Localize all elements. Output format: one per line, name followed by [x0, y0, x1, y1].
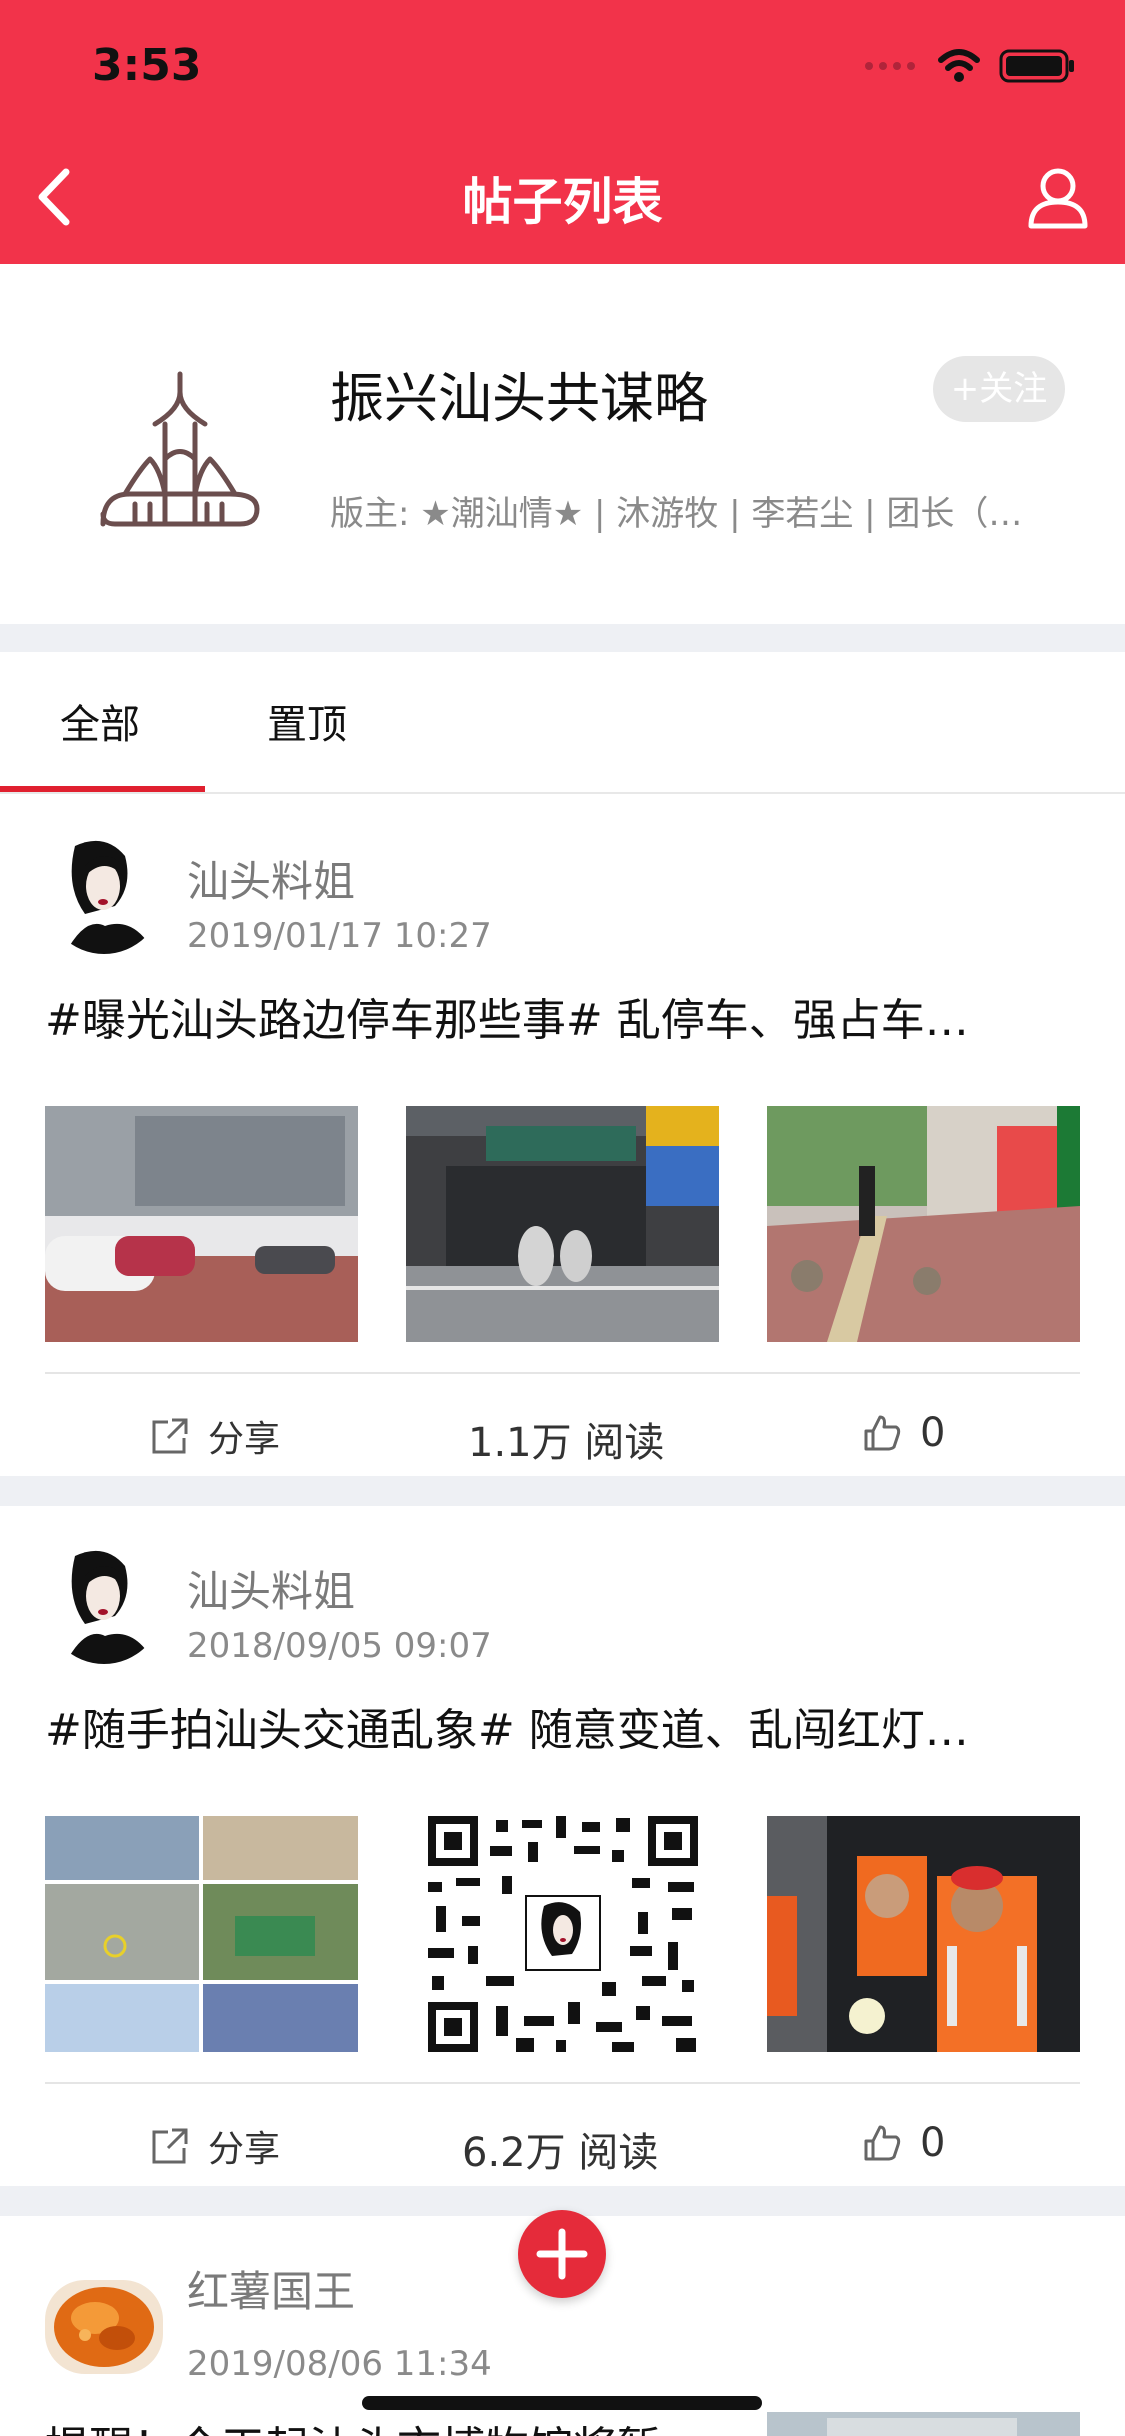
avatar[interactable] — [45, 836, 163, 954]
thumbs-up-icon — [864, 1415, 901, 1451]
user-icon[interactable] — [1023, 162, 1093, 232]
read-count: 6.2万 阅读 — [462, 2130, 659, 2176]
post-title[interactable]: #随手拍汕头交通乱象# 随意变道、乱闯红灯… — [45, 1694, 1085, 1758]
share-button[interactable]: 分享 — [150, 2120, 280, 2172]
post-actions: 分享 1.1万 阅读 0 — [0, 1374, 1125, 1492]
avatar[interactable] — [45, 1546, 163, 1664]
post-card[interactable]: 汕头料姐 2019/01/17 10:27 #曝光汕头路边停车那些事# 乱停车、… — [0, 796, 1125, 1476]
post-author[interactable]: 汕头料姐 — [187, 848, 355, 909]
post-date: 2018/09/05 09:07 — [187, 1626, 492, 1666]
post-author[interactable]: 汕头料姐 — [187, 1558, 355, 1619]
status-bar: 3:53 — [0, 0, 1125, 132]
like-count: 0 — [920, 2120, 946, 2166]
tab-all[interactable]: 全部 — [60, 692, 140, 750]
share-icon — [152, 1418, 188, 1454]
battery-icon — [999, 49, 1074, 83]
signal-icon — [865, 62, 915, 70]
status-icons — [863, 48, 1077, 84]
post-actions: 分享 6.2万 阅读 0 — [0, 2084, 1125, 2202]
section-gap — [0, 1476, 1125, 1506]
post-image[interactable] — [767, 1816, 1080, 2052]
wifi-icon — [938, 49, 980, 82]
avatar[interactable] — [45, 2280, 163, 2374]
add-post-button[interactable] — [518, 2210, 606, 2298]
moderators-text: 版主: ★潮汕情★ | 沐游牧 | 李若尘 | 团长（… — [330, 494, 1023, 534]
page-title: 帖子列表 — [462, 173, 663, 231]
forum-header: 振兴汕头共谋略 +关注 版主: ★潮汕情★ | 沐游牧 | 李若尘 | 团长（… — [0, 264, 1125, 624]
post-date: 2019/08/06 11:34 — [187, 2344, 492, 2384]
read-count: 1.1万 阅读 — [468, 1420, 665, 1466]
tab-bar: 全部 置顶 — [0, 652, 1125, 794]
nav-bar: 帖子列表 — [0, 132, 1125, 264]
post-author[interactable]: 红薯国王 — [187, 2258, 355, 2319]
post-images — [45, 1106, 1080, 1342]
tab-pinned[interactable]: 置顶 — [267, 692, 347, 750]
post-image[interactable] — [406, 1106, 719, 1342]
like-count: 0 — [920, 1410, 946, 1456]
like-button[interactable]: 0 — [862, 2120, 945, 2166]
forum-logo — [100, 371, 260, 527]
tab-active-indicator — [0, 786, 205, 792]
post-images — [45, 1816, 1080, 2052]
plus-icon — [536, 2228, 588, 2280]
share-icon — [152, 2128, 188, 2164]
post-image[interactable] — [767, 2412, 1080, 2436]
like-button[interactable]: 0 — [862, 1410, 945, 1456]
post-date: 2019/01/17 10:27 — [187, 916, 492, 956]
post-image[interactable] — [767, 1106, 1080, 1342]
share-label: 分享 — [208, 1419, 281, 1460]
section-gap — [0, 624, 1125, 652]
thumbs-up-icon — [864, 2125, 901, 2161]
post-image[interactable] — [45, 1816, 358, 2052]
post-title[interactable]: 提醒！今天起汕头市博物馆将暂… — [45, 2412, 765, 2436]
forum-name: 振兴汕头共谋略 — [330, 367, 708, 430]
home-indicator[interactable] — [362, 2396, 762, 2410]
share-button[interactable]: 分享 — [150, 1410, 280, 1462]
share-label: 分享 — [208, 2129, 281, 2170]
post-image-qr-code[interactable] — [406, 1816, 719, 2052]
status-time: 3:53 — [92, 40, 202, 91]
post-image[interactable] — [45, 1106, 358, 1342]
post-title[interactable]: #曝光汕头路边停车那些事# 乱停车、强占车… — [45, 984, 1085, 1048]
post-card[interactable]: 汕头料姐 2018/09/05 09:07 #随手拍汕头交通乱象# 随意变道、乱… — [0, 1506, 1125, 2186]
follow-button[interactable]: +关注 — [933, 356, 1065, 422]
